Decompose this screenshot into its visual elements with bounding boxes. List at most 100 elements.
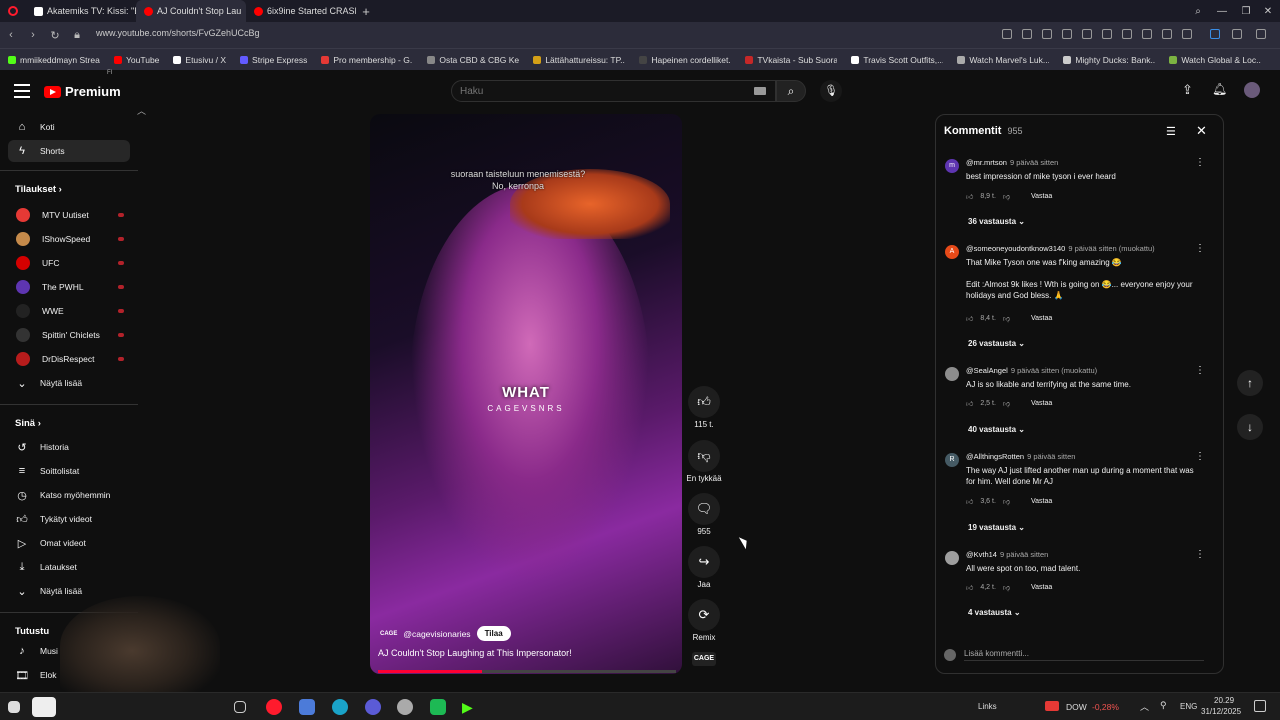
video-progress-bar[interactable] — [378, 670, 676, 673]
sidebar-item-you[interactable]: ▷ Omat videot — [8, 532, 130, 554]
reply-button[interactable]: Vastaa — [1031, 193, 1052, 200]
download-icon[interactable] — [1142, 29, 1152, 39]
sidebar-item-home[interactable]: ⌂ Koti — [8, 116, 130, 138]
avatar[interactable]: m — [945, 159, 959, 173]
bookmark-item[interactable]: Etusivu / X — [173, 55, 226, 65]
clock-date[interactable]: 31/12/2025 — [1201, 707, 1241, 716]
avatar[interactable] — [1244, 82, 1260, 98]
edge-icon[interactable] — [332, 699, 348, 715]
browser-tab-3[interactable]: 6ix9ine Started CRASHING — [246, 0, 356, 22]
search-button[interactable]: ⌕ — [776, 80, 806, 102]
more-options-icon[interactable]: ⋮ — [1195, 365, 1205, 376]
comment-author[interactable]: @mr.mrtson — [966, 158, 1007, 167]
remix-icon[interactable]: ⟳ — [688, 599, 720, 631]
bookmark-item[interactable]: Osta CBD & CBG Ke... — [427, 55, 519, 65]
url-field[interactable]: www.youtube.com/shorts/FvGZehUCcBg — [96, 28, 260, 38]
sidebar-item-you[interactable]: ◷ Katso myöhemmin — [8, 484, 130, 506]
search-input[interactable] — [452, 81, 742, 102]
comment-author[interactable]: @someoneyoudontknow3140 — [966, 244, 1065, 253]
sidebar-item-you[interactable]: ≡ Soittolistat — [8, 460, 130, 482]
bookmark-item[interactable]: Watch Marvel's Luk... — [957, 55, 1049, 65]
next-video-arrow-icon[interactable]: ↓ — [1237, 414, 1263, 440]
reply-button[interactable]: Vastaa — [1031, 584, 1052, 591]
sidebar-item-subscription[interactable]: UFC — [8, 252, 130, 274]
you-heading[interactable]: Sinä › — [15, 418, 41, 429]
hamburger-menu-icon[interactable] — [14, 84, 30, 98]
thumbs-up-icon[interactable]: 👍︎ — [966, 314, 973, 323]
remix-action[interactable]: ⟳ Remix — [684, 599, 724, 642]
shorts-video-player[interactable]: suoraan taisteluun menemisestä? No, kerr… — [370, 114, 682, 674]
sidebar-item-you[interactable]: 👍︎ Tykätyt videot — [8, 508, 130, 530]
search-tabs-icon[interactable]: ⌕ — [1186, 0, 1210, 22]
extensions-icon[interactable] — [1082, 29, 1092, 39]
voice-search-button[interactable]: 🎙︎ — [820, 80, 842, 102]
bookmark-item[interactable]: Hapeinen cordelliket... — [639, 55, 731, 65]
comment-timestamp[interactable]: 9 päivää sitten — [1000, 550, 1048, 559]
links-toolbar[interactable]: Links — [978, 702, 997, 711]
obs-icon[interactable] — [397, 699, 413, 715]
thumbs-down-icon[interactable]: 👎︎ — [688, 440, 720, 472]
cube-icon[interactable] — [1232, 29, 1242, 39]
edit-icon[interactable] — [1022, 29, 1032, 39]
forward-icon[interactable]: › — [22, 29, 44, 41]
share-action[interactable]: ↪ Jaa — [684, 546, 724, 589]
add-comment-input[interactable]: Lisää kommentti... — [964, 649, 1204, 661]
sort-icon[interactable]: ☰ — [1166, 125, 1176, 138]
sidebar-item-subscription[interactable]: IShowSpeed — [8, 228, 130, 250]
view-replies-button[interactable]: 40 vastausta ⌄ — [968, 425, 1025, 434]
maximize-icon[interactable]: ❐ — [1234, 0, 1258, 22]
more-options-icon[interactable]: ⋮ — [1195, 157, 1205, 168]
menu-icon[interactable] — [1162, 29, 1172, 39]
language-indicator[interactable]: ENG — [1180, 702, 1197, 711]
thumbs-up-icon[interactable]: 👍︎ — [966, 399, 973, 408]
avatar[interactable] — [945, 367, 959, 381]
video-title[interactable]: AJ Couldn't Stop Laughing at This Impers… — [378, 648, 572, 658]
kick-icon[interactable]: ▶ — [462, 699, 478, 715]
comments-action[interactable]: 🗨︎ 955 — [684, 493, 724, 536]
upload-icon[interactable]: ⇪ — [1182, 82, 1193, 98]
comment-icon[interactable]: 🗨︎ — [688, 493, 720, 525]
reply-button[interactable]: Vastaa — [1031, 498, 1052, 505]
comment-timestamp[interactable]: 9 päivää sitten — [1027, 452, 1075, 461]
clock-time[interactable]: 20.29 — [1214, 696, 1234, 705]
more-options-icon[interactable]: ⋮ — [1195, 243, 1205, 254]
opera-logo-icon[interactable] — [0, 0, 26, 22]
player-icon[interactable] — [1102, 29, 1112, 39]
avatar[interactable] — [945, 551, 959, 565]
back-icon[interactable]: ‹ — [0, 29, 22, 41]
close-icon[interactable]: ✕ — [1196, 123, 1207, 139]
thumbs-down-icon[interactable]: 👎︎ — [1003, 583, 1010, 592]
reply-button[interactable]: Vastaa — [1031, 315, 1052, 322]
network-icon[interactable]: ⚲ — [1160, 700, 1167, 711]
account-icon[interactable] — [1182, 29, 1192, 39]
app-taskbar-icon-2[interactable] — [430, 699, 446, 715]
view-replies-button[interactable]: 19 vastausta ⌄ — [968, 523, 1025, 532]
opera-taskbar-icon[interactable] — [266, 699, 282, 715]
thumbs-up-icon[interactable]: 👍︎ — [688, 386, 720, 418]
thumbs-up-icon[interactable]: 👍︎ — [966, 192, 973, 201]
windows-start-icon[interactable] — [8, 701, 20, 713]
thumbs-up-icon[interactable]: 👍︎ — [966, 583, 973, 592]
comment-author[interactable]: @AllthingsRotten — [966, 452, 1024, 461]
camera-icon[interactable] — [1042, 29, 1052, 39]
heart-icon[interactable] — [1122, 29, 1132, 39]
more-options-icon[interactable]: ⋮ — [1195, 549, 1205, 560]
bookmark-item[interactable]: YouTube — [114, 55, 159, 65]
discord-icon[interactable] — [365, 699, 381, 715]
bookmark-item[interactable]: Stripe Express — [240, 55, 307, 65]
avatar[interactable]: A — [945, 245, 959, 259]
comment-author[interactable]: @Kvth14 — [966, 550, 997, 559]
sidebar-show-more-subs[interactable]: ⌄ Näytä lisää — [8, 372, 130, 394]
thumbs-down-icon[interactable]: 👎︎ — [1003, 314, 1010, 323]
share-icon[interactable]: ↪ — [688, 546, 720, 578]
view-replies-button[interactable]: 36 vastausta ⌄ — [968, 217, 1025, 226]
browser-tab-1[interactable]: Akatemiks TV: Kissi: "Bx9 — [26, 0, 136, 22]
view-replies-button[interactable]: 26 vastausta ⌄ — [968, 339, 1025, 348]
subscriptions-heading[interactable]: Tilaukset › — [15, 184, 62, 195]
previous-video-arrow-icon[interactable]: ↑ — [1237, 370, 1263, 396]
thumbs-down-icon[interactable]: 👎︎ — [1003, 497, 1010, 506]
bookmark-item[interactable]: Pro membership - G... — [321, 55, 413, 65]
like-action[interactable]: 👍︎ 115 t. — [684, 386, 724, 429]
channel-thumbnail[interactable]: CAGE — [692, 652, 716, 666]
channel-logo[interactable]: CAGE — [380, 631, 397, 637]
